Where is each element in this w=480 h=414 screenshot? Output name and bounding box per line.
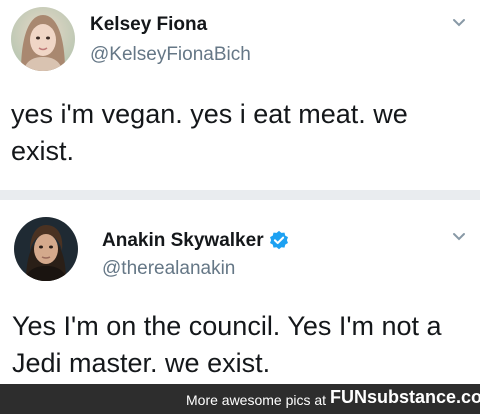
avatar[interactable] — [14, 217, 78, 281]
footer-prefix: More awesome pics at — [186, 392, 327, 408]
tweet-separator — [0, 190, 480, 200]
tweet-text: Yes I'm on the council. Yes I'm not a Je… — [12, 311, 442, 378]
tweet-card-anakin: Anakin Skywalker @therealanakin Yes I'm … — [0, 200, 480, 384]
footer-brand-link[interactable]: FUNsubstance.com — [330, 387, 480, 408]
verified-badge-icon — [270, 230, 288, 250]
author-name[interactable]: Anakin Skywalker — [102, 230, 264, 252]
watermark-footer: More awesome pics at FUNsubstance.com — [0, 384, 480, 414]
author-handle[interactable]: @therealanakin — [102, 258, 235, 280]
tweet-text: yes i'm vegan. yes i eat meat. we exist. — [11, 99, 408, 166]
author-name[interactable]: Kelsey Fiona — [90, 14, 207, 36]
avatar[interactable] — [11, 7, 75, 71]
chevron-down-icon[interactable] — [452, 232, 466, 242]
tweet-card-kelsey: Kelsey Fiona @KelseyFionaBich yes i'm ve… — [0, 0, 480, 190]
chevron-down-icon[interactable] — [452, 18, 466, 28]
author-handle[interactable]: @KelseyFionaBich — [90, 44, 251, 66]
